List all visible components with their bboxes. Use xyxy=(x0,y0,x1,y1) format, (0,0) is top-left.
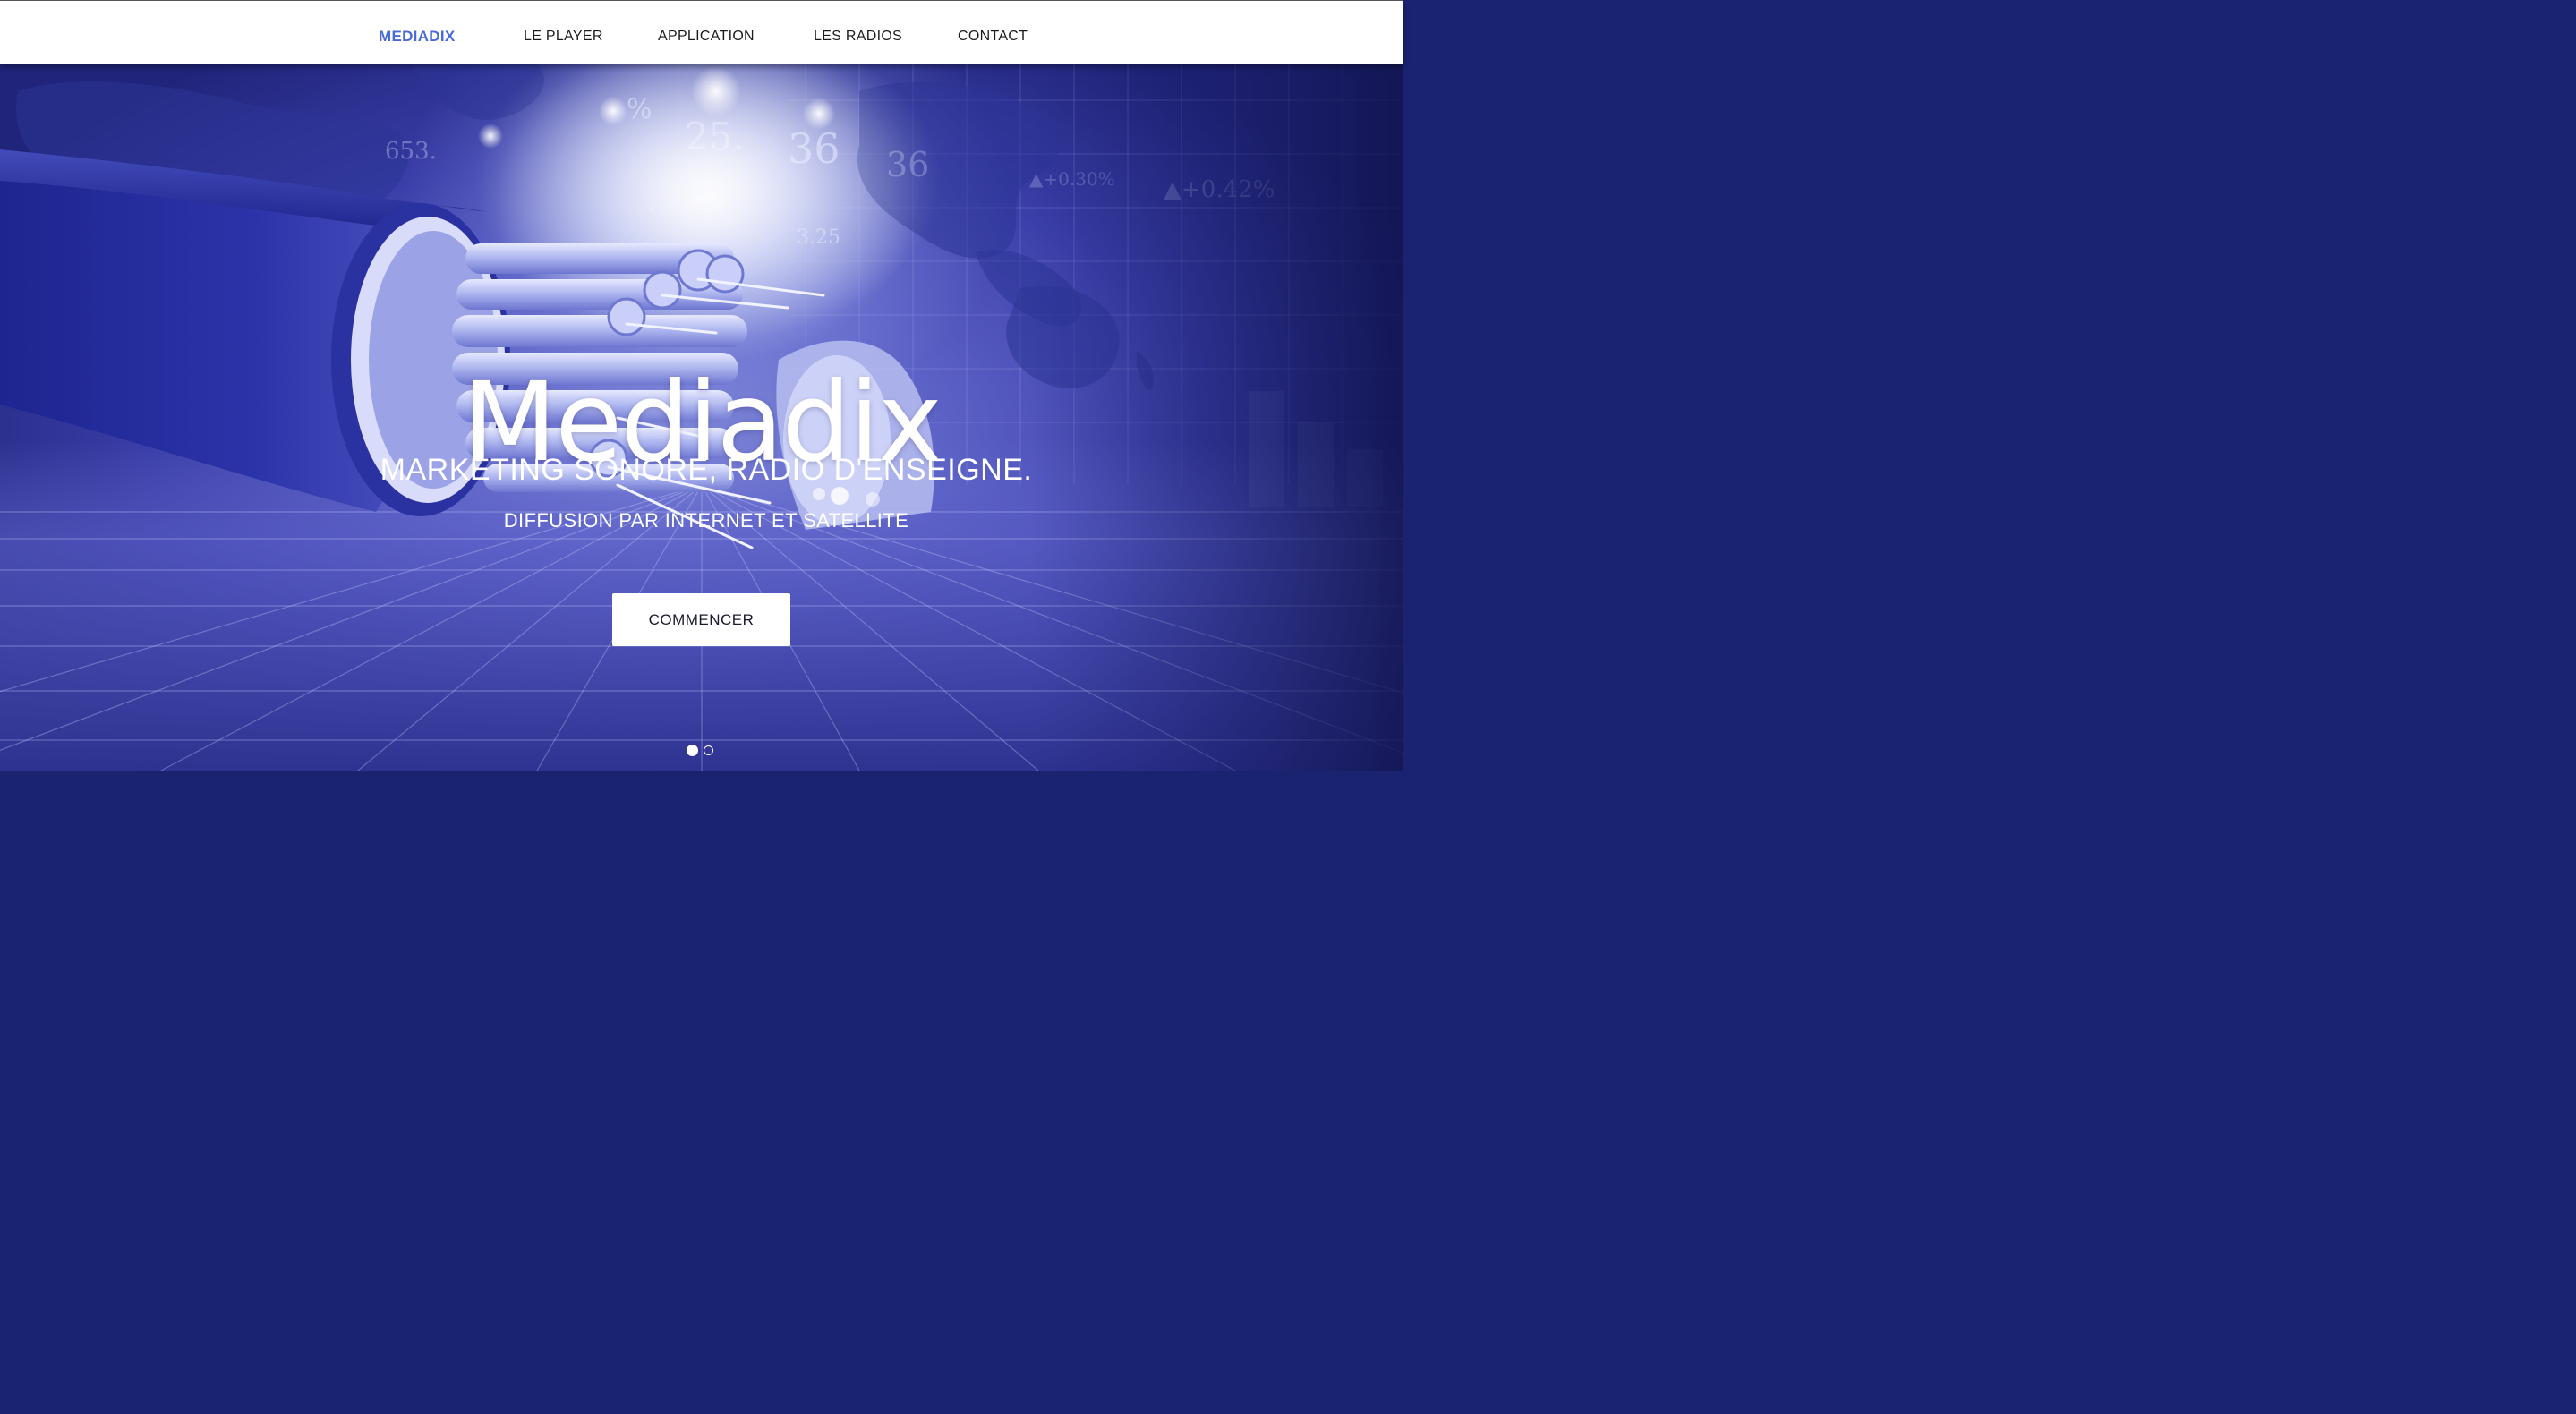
slide-dot-2[interactable] xyxy=(704,745,713,755)
hero-subtitle: MARKETING SONORE, RADIO D'ENSEIGNE. xyxy=(380,453,1033,487)
nav-item-le-player[interactable]: LE PLAYER xyxy=(524,29,603,45)
nav-item-contact[interactable]: CONTACT xyxy=(958,29,1028,45)
slide-dot-1[interactable] xyxy=(687,745,698,756)
nav-item-mediadix[interactable]: MEDIADIX xyxy=(379,28,456,46)
main-nav: MEDIADIX LE PLAYER APPLICATION LES RADIO… xyxy=(0,1,1403,65)
nav-item-les-radios[interactable]: LES RADIOS xyxy=(814,29,902,45)
hero-content: Mediadix MARKETING SONORE, RADIO D'ENSEI… xyxy=(0,64,1403,771)
commencer-button[interactable]: COMMENCER xyxy=(612,593,790,646)
top-navigation-bar: MEDIADIX LE PLAYER APPLICATION LES RADIO… xyxy=(0,0,1403,64)
hero-section: 653. .25 25. 36 36 653.25 +2 3.25 ▲+0.30… xyxy=(0,64,1403,771)
hero-tagline: DIFFUSION PAR INTERNET ET SATELLITE xyxy=(503,509,909,532)
nav-item-application[interactable]: APPLICATION xyxy=(658,29,755,45)
